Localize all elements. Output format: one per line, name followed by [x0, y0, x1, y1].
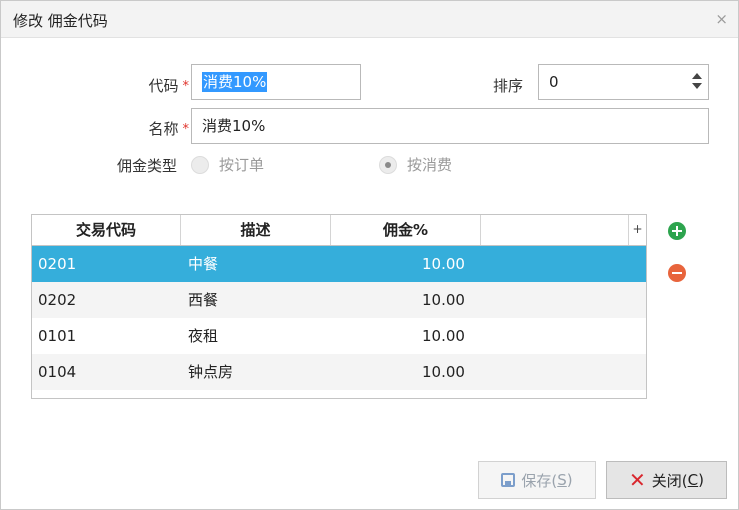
save-button[interactable]: 保存(S)	[478, 461, 596, 499]
table-row[interactable]: 0201 中餐 10.00	[32, 246, 646, 282]
name-input[interactable]: 消费10%	[191, 108, 709, 144]
code-input[interactable]: 消费10%	[191, 64, 361, 100]
stepper-down-icon[interactable]	[692, 83, 702, 89]
header-commission-pct[interactable]: 佣金%	[331, 215, 481, 245]
commission-type-label: 佣金类型	[116, 157, 177, 175]
name-label: 名称 *	[148, 120, 190, 138]
close-x-icon: ✕	[629, 468, 646, 492]
table-row[interactable]: 0104 钟点房 10.00	[32, 354, 646, 390]
required-mark: *	[182, 79, 190, 94]
code-input-value: 消费10%	[202, 72, 268, 92]
header-trade-code[interactable]: 交易代码	[32, 215, 181, 245]
table-row[interactable]: 0202 西餐 10.00	[32, 282, 646, 318]
radio-circle-icon	[191, 155, 209, 174]
dialog-title: 修改 佣金代码	[13, 12, 108, 30]
table-row[interactable]: 0101 夜租 10.00	[32, 318, 646, 354]
header-description[interactable]: 描述	[181, 215, 331, 245]
close-button[interactable]: ✕ 关闭(C)	[606, 461, 727, 499]
radio-by-consumption[interactable]: 按消费	[379, 154, 452, 175]
sort-value: 0	[549, 73, 559, 91]
code-label: 代码 *	[148, 77, 190, 95]
title-bar: 修改 佣金代码 ×	[1, 1, 738, 38]
add-column-icon[interactable]: +	[629, 215, 646, 245]
radio-checked-icon	[379, 155, 397, 174]
radio-by-order[interactable]: 按订单	[191, 154, 264, 175]
close-icon[interactable]: ×	[715, 10, 728, 28]
sort-label: 排序	[492, 77, 523, 95]
sort-stepper[interactable]: 0	[538, 64, 709, 100]
remove-row-icon[interactable]	[668, 264, 686, 282]
required-mark: *	[182, 122, 190, 137]
commission-table: 交易代码 描述 佣金% + 0201 中餐 10.00 0202 西餐 10.0…	[31, 214, 647, 399]
add-row-icon[interactable]	[668, 222, 686, 240]
save-icon	[501, 473, 516, 487]
header-empty	[481, 215, 629, 245]
edit-commission-dialog: 修改 佣金代码 × 代码 * 消费10% 排序 0 名称 * 消费10% 佣金类型 …	[0, 0, 739, 510]
stepper-up-icon[interactable]	[692, 73, 702, 79]
table-header: 交易代码 描述 佣金% +	[32, 215, 646, 246]
name-input-value: 消费10%	[202, 117, 266, 135]
stepper-arrows[interactable]	[691, 73, 703, 91]
